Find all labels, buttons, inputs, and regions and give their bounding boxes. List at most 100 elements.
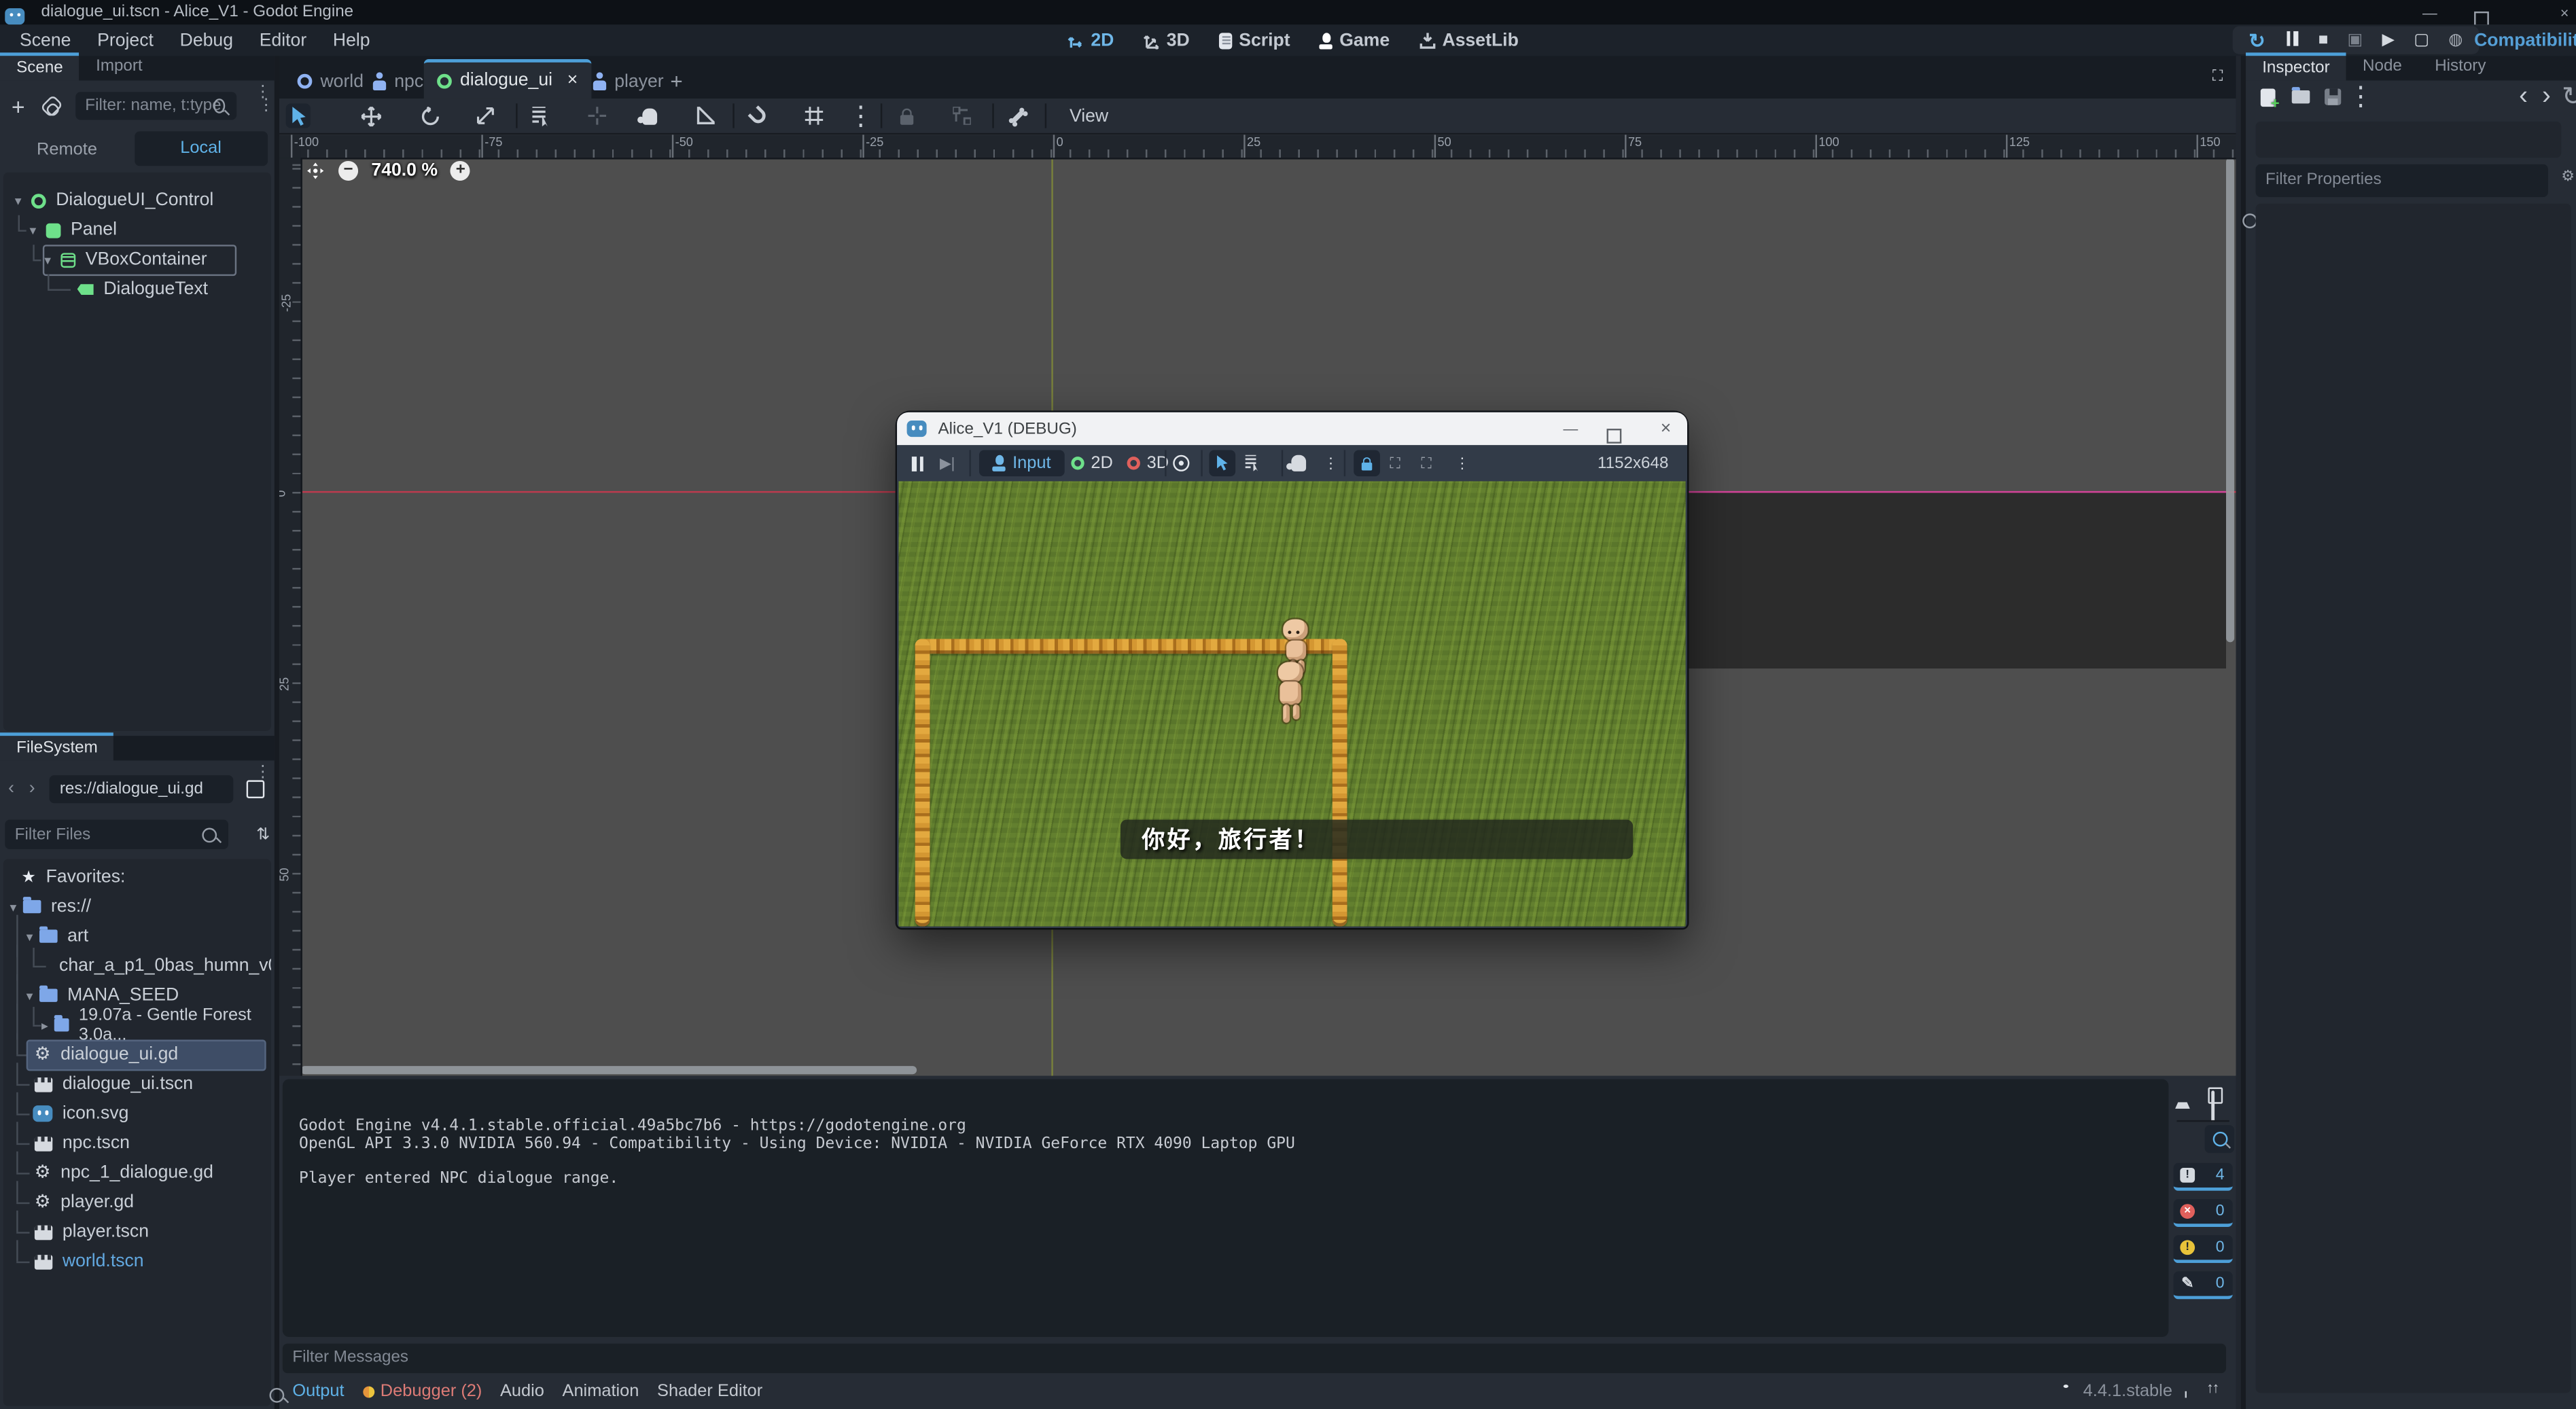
scale-tool-icon[interactable]: [473, 103, 497, 128]
fs-row-dialogue-tscn[interactable]: dialogue_ui.tscn: [3, 1069, 271, 1099]
new-resource-icon[interactable]: +: [2256, 86, 2279, 109]
move-pivot-icon[interactable]: [585, 103, 610, 128]
copy-output-icon[interactable]: [2211, 1092, 2215, 1122]
embed-focus-lock-icon[interactable]: [1354, 450, 1380, 476]
pause-scene-icon[interactable]: [2284, 31, 2299, 50]
restart-scene-icon[interactable]: ↻: [2248, 31, 2265, 50]
add-scene-tab-button[interactable]: +: [657, 64, 696, 99]
stop-scene-icon[interactable]: ■: [2318, 32, 2329, 48]
fs-sort-icon[interactable]: ⇅: [256, 825, 270, 844]
chevron-down-icon[interactable]: ▾: [10, 193, 27, 208]
fs-row-char-sprite[interactable]: char_a_p1_0bas_humn_v0...: [3, 951, 271, 981]
animation-bottom-tab[interactable]: Animation: [563, 1381, 639, 1401]
filter-messages-input[interactable]: [283, 1342, 2226, 1372]
menu-help[interactable]: Help: [320, 31, 383, 50]
fs-row-art[interactable]: ▾ art: [3, 921, 271, 951]
close-tab-icon[interactable]: ×: [567, 71, 578, 90]
search-output-icon[interactable]: [2205, 1125, 2235, 1153]
mode-game-button[interactable]: Game: [1305, 31, 1404, 50]
shader-editor-bottom-tab[interactable]: Shader Editor: [657, 1381, 762, 1401]
play-current-scene-icon[interactable]: ▶: [2382, 32, 2395, 48]
fs-row-npc-tscn[interactable]: npc.tscn: [3, 1128, 271, 1158]
fs-split-mode-icon[interactable]: [247, 779, 265, 798]
add-node-button[interactable]: +: [12, 93, 25, 120]
menu-scene[interactable]: Scene: [7, 31, 84, 50]
remote-tab[interactable]: Remote: [0, 139, 134, 158]
fs-row-dialogue-gd-selected[interactable]: ⚙ dialogue_ui.gd: [3, 1039, 271, 1069]
debug-select-icon[interactable]: [1209, 450, 1235, 476]
tab-scene[interactable]: Scene: [0, 52, 80, 80]
pan-tool-icon[interactable]: [637, 103, 662, 128]
debug-2d-button[interactable]: 2D: [1071, 450, 1113, 476]
fs-row-npc1-dialogue-gd[interactable]: ⚙ npc_1_dialogue.gd: [3, 1158, 271, 1188]
debug-focus-icon[interactable]: [1173, 450, 1189, 476]
renderer-selector[interactable]: Compatibility: [2474, 24, 2576, 56]
mode-script-button[interactable]: Script: [1204, 31, 1305, 50]
scene-filter-input[interactable]: [75, 92, 236, 120]
zoom-out-button[interactable]: −: [338, 161, 358, 181]
tab-filesystem[interactable]: FileSystem: [0, 732, 114, 760]
object-history-icon[interactable]: ↻: [2561, 86, 2576, 109]
output-log[interactable]: Godot Engine v4.4.1.stable.official.49a5…: [283, 1079, 2169, 1337]
zoom-level[interactable]: 740.0 %: [371, 161, 438, 181]
expand-window-icon[interactable]: ⛶: [1421, 450, 1431, 476]
mode-2d-button[interactable]: 2D: [1053, 31, 1129, 50]
game-close-icon[interactable]: ×: [1641, 419, 1691, 439]
tab-node[interactable]: Node: [2346, 52, 2418, 80]
debug-pause-icon[interactable]: [910, 450, 925, 476]
inspector-filter-input[interactable]: [2256, 164, 2548, 196]
expand-bottom-panel-icon[interactable]: ↑↑: [2206, 1380, 2218, 1396]
chevron-down-icon[interactable]: ▾: [21, 929, 37, 944]
filter-warnings-badge[interactable]: ! 0: [2174, 1235, 2233, 1263]
fs-row-player-gd[interactable]: ⚙ player.gd: [3, 1188, 271, 1217]
smart-snap-icon[interactable]: [746, 103, 771, 128]
chevron-down-icon[interactable]: ▾: [21, 988, 37, 1003]
tab-inspector[interactable]: Inspector: [2246, 52, 2346, 80]
close-window-icon[interactable]: ×: [2549, 5, 2576, 21]
center-view-icon[interactable]: [306, 161, 325, 181]
instance-scene-button[interactable]: [40, 94, 63, 118]
fs-row-favorites[interactable]: ★ Favorites:: [3, 862, 271, 892]
game-debug-window[interactable]: Alice_V1 (DEBUG) — × ▶| Input: [897, 412, 1687, 928]
tree-row[interactable]: ▾ DialogueUI_Control: [3, 185, 271, 215]
play-custom-scene-icon[interactable]: ▢: [2414, 32, 2429, 48]
scene-tree-menu-icon[interactable]: ⋮: [258, 97, 275, 115]
view-menu-button[interactable]: View: [1055, 102, 1123, 130]
embed-options-menu-icon[interactable]: ⋮: [1455, 450, 1468, 476]
horizontal-scrollbar[interactable]: [300, 1066, 917, 1074]
chevron-down-icon[interactable]: ▾: [24, 223, 41, 238]
game-window-titlebar[interactable]: Alice_V1 (DEBUG) — ×: [897, 412, 1687, 445]
fs-forward-icon[interactable]: ›: [29, 779, 35, 798]
fs-path[interactable]: res://dialogue_ui.gd: [50, 774, 234, 802]
select-list-icon[interactable]: [529, 103, 554, 128]
fs-row-res[interactable]: ▾ res://: [3, 892, 271, 922]
tree-row[interactable]: ▾ Panel: [3, 215, 271, 245]
tab-history[interactable]: History: [2418, 52, 2503, 80]
mode-assetlib-button[interactable]: AssetLib: [1405, 31, 1534, 50]
output-bottom-tab[interactable]: Output: [292, 1381, 344, 1401]
fullscreen-icon[interactable]: ⛶: [1390, 450, 1400, 476]
filter-editor-badge[interactable]: ✎ 0: [2174, 1271, 2233, 1299]
tree-row[interactable]: DialogueText: [3, 274, 271, 304]
filter-messages-badge[interactable]: ! 4: [2174, 1163, 2233, 1191]
menu-project[interactable]: Project: [84, 31, 166, 50]
menu-editor[interactable]: Editor: [246, 31, 319, 50]
next-frame-icon[interactable]: ▶|: [940, 450, 955, 476]
canvas[interactable]: − 740.0 % + Alice_V1 (DEBUG) — ×: [300, 158, 2236, 1076]
debugger-bottom-tab[interactable]: Debugger (2): [381, 1381, 482, 1401]
ruler-tool-icon[interactable]: [693, 103, 718, 128]
history-back-icon[interactable]: ‹: [2512, 86, 2535, 109]
expand-icon[interactable]: ⛶: [2212, 67, 2223, 86]
fs-row-world-tscn[interactable]: world.tscn: [3, 1247, 271, 1277]
minimize-window-icon[interactable]: —: [2415, 5, 2445, 21]
tree-row-selected[interactable]: ▾ VBoxContainer: [3, 245, 271, 274]
input-mode-button[interactable]: Input: [979, 450, 1065, 476]
fs-back-icon[interactable]: ‹: [8, 779, 14, 798]
filter-errors-badge[interactable]: × 0: [2174, 1199, 2233, 1227]
fs-row-player-tscn[interactable]: player.tscn: [3, 1217, 271, 1247]
debug-3d-button[interactable]: 3D: [1127, 450, 1169, 476]
group-selected-icon[interactable]: [949, 103, 974, 128]
rotate-tool-icon[interactable]: [417, 103, 442, 128]
movie-maker-icon[interactable]: ◍: [2448, 32, 2463, 48]
local-tab[interactable]: Local: [134, 131, 268, 166]
